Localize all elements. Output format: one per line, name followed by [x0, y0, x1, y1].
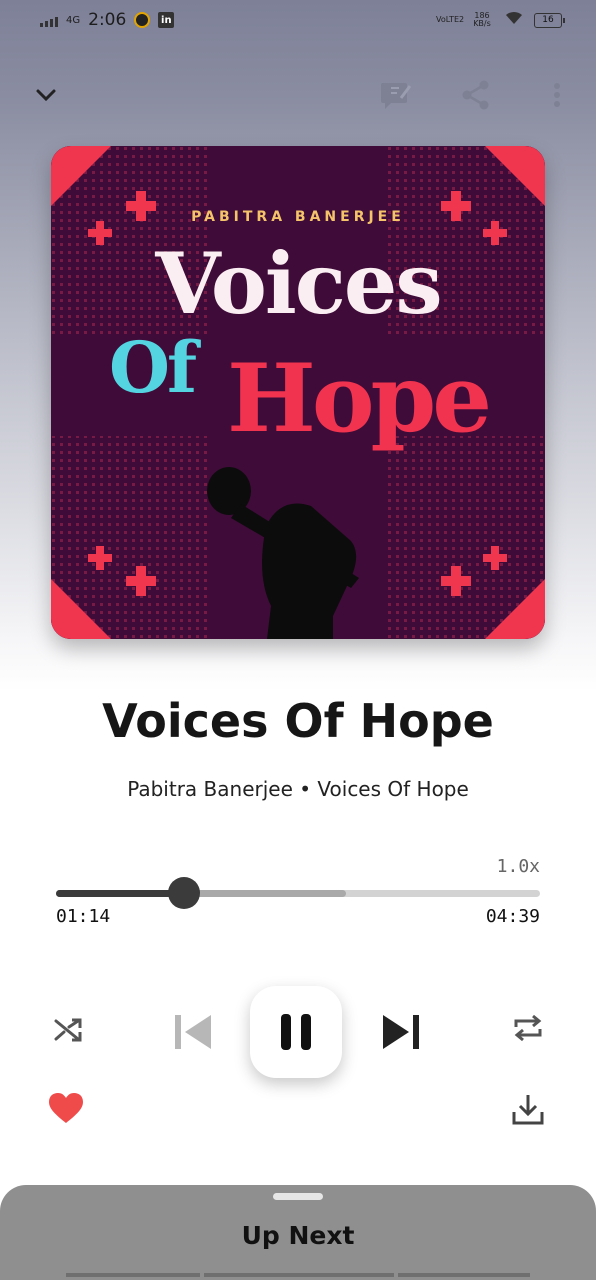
wifi-icon — [504, 10, 524, 30]
album-art-title-line2: Of — [109, 326, 197, 409]
status-right: VoLTE2 186 KB/s 16 — [436, 10, 565, 30]
lyrics-button[interactable] — [376, 70, 416, 120]
data-speed: 186 KB/s — [473, 11, 491, 28]
chevron-down-icon — [36, 89, 56, 102]
total-time: 04:39 — [485, 906, 540, 927]
seek-bar[interactable] — [56, 877, 540, 909]
download-icon — [512, 1095, 544, 1125]
repeat-icon — [514, 1014, 542, 1042]
playback-speed-button[interactable]: 1.0x — [497, 856, 540, 877]
share-button[interactable] — [456, 70, 496, 120]
status-time: 2:06 — [88, 10, 127, 30]
linkedin-icon: in — [158, 12, 175, 28]
sheet-divider — [66, 1273, 200, 1277]
shuffle-button[interactable] — [48, 1010, 88, 1050]
skip-previous-icon — [175, 1015, 211, 1049]
battery-icon: 16 — [534, 12, 565, 28]
status-bar: 4G 2:06 in VoLTE2 186 KB/s 16 — [0, 0, 596, 46]
album-art: PABITRA BANERJEE Voices Of Hope — [51, 146, 545, 639]
seek-bar-thumb[interactable] — [168, 877, 201, 909]
share-icon — [462, 80, 489, 110]
shuffle-icon — [54, 1018, 82, 1042]
track-title: Voices Of Hope — [102, 694, 494, 748]
album-art-artist: PABITRA BANERJEE — [191, 209, 405, 225]
up-next-sheet[interactable]: Up Next — [0, 1185, 596, 1280]
album-art-title-line3: Hope — [227, 344, 492, 454]
status-left: 4G 2:06 in — [40, 10, 175, 30]
up-next-label: Up Next — [241, 1221, 355, 1250]
next-button[interactable] — [378, 1008, 426, 1056]
collapse-button[interactable] — [28, 70, 64, 120]
sheet-divider — [204, 1273, 394, 1277]
app-notification-icon — [134, 12, 151, 28]
previous-button[interactable] — [168, 1008, 216, 1056]
current-time: 01:14 — [56, 906, 111, 927]
sheet-divider — [398, 1273, 530, 1277]
volte-indicator: VoLTE2 — [436, 15, 465, 24]
play-pause-button[interactable] — [250, 986, 342, 1078]
track-subtitle: Pabitra Banerjee • Voices Of Hope — [127, 777, 469, 801]
lyrics-icon — [381, 83, 412, 109]
pause-icon — [281, 1014, 311, 1050]
heart-filled-icon — [49, 1093, 83, 1123]
seek-bar-played — [56, 890, 185, 897]
more-vertical-icon — [554, 83, 560, 107]
network-type: 4G — [66, 14, 81, 26]
sheet-drag-handle[interactable] — [273, 1193, 323, 1200]
signal-icon — [40, 13, 58, 27]
download-button[interactable] — [506, 1088, 550, 1130]
album-art-title-line1: Voices — [155, 234, 442, 333]
like-button[interactable] — [44, 1088, 88, 1128]
skip-next-icon — [383, 1015, 419, 1049]
more-options-button[interactable] — [542, 70, 572, 120]
repeat-button[interactable] — [508, 1008, 548, 1048]
player-top-bar — [0, 70, 596, 120]
